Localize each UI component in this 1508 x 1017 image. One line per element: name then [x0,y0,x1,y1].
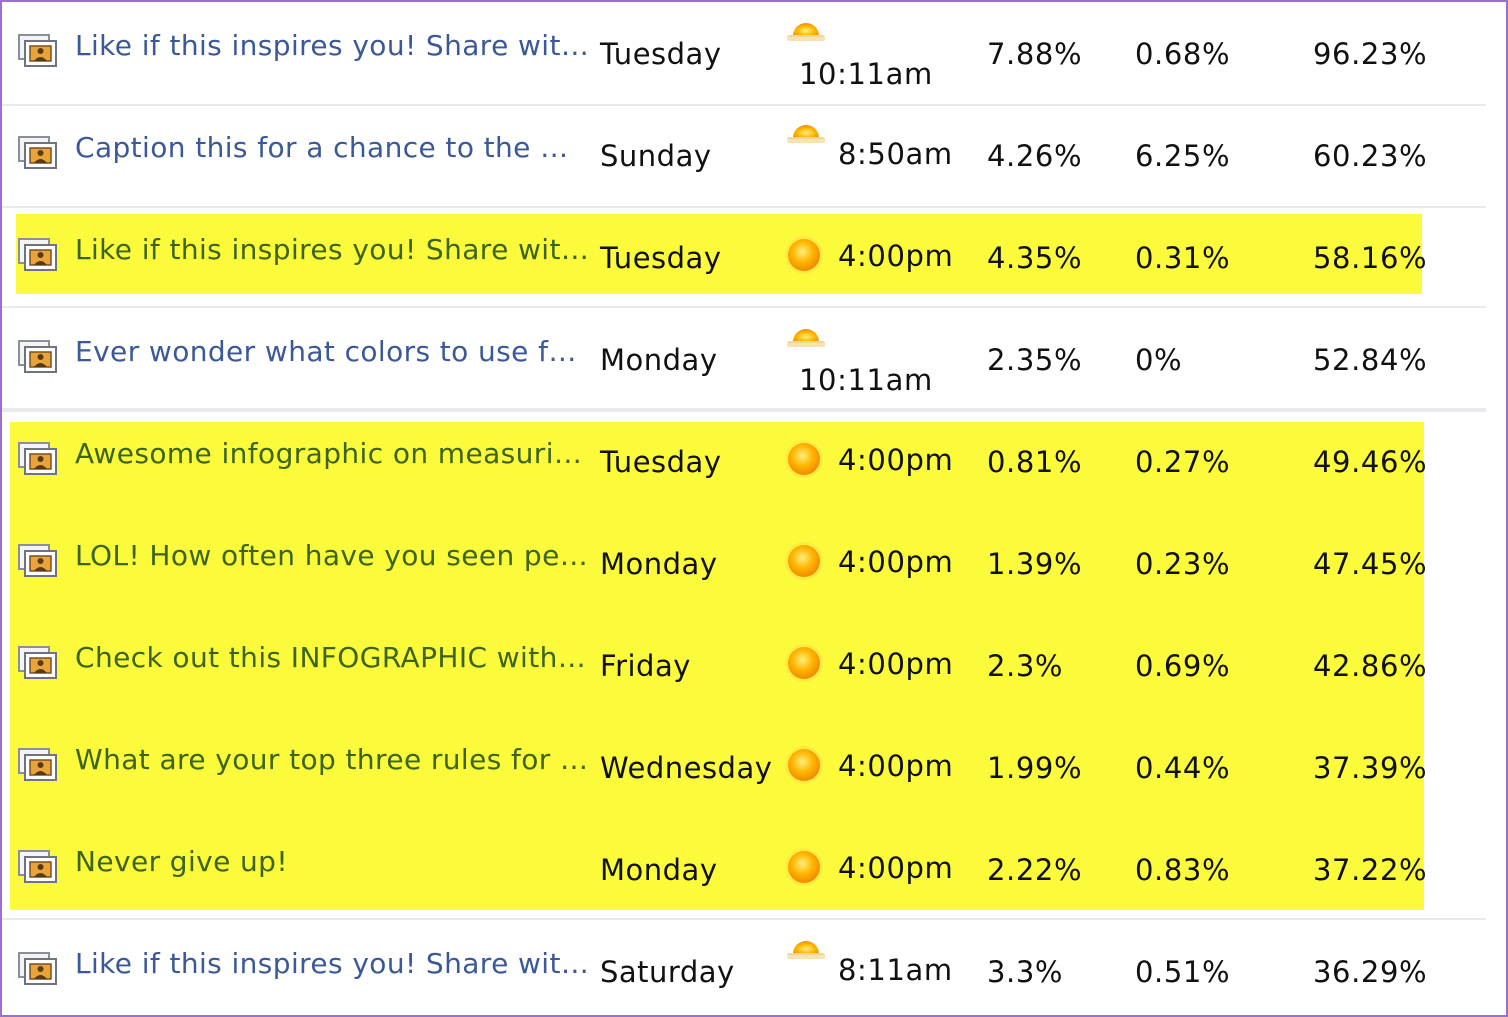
post-title-link[interactable]: LOL! How often have you seen peop… [75,536,590,576]
metric-engagement-rate: 6.25% [1135,139,1231,173]
metric-reach-rate: 7.88% [987,37,1083,71]
post-title-link[interactable]: Like if this inspires you! Share with … [75,944,590,984]
post-time: 10:11am [799,57,933,91]
post-day: Monday [600,547,718,581]
metric-engagement-rate: 0.27% [1135,445,1231,479]
metric-score: 60.23% [1313,139,1428,173]
metric-engagement-rate: 0.68% [1135,37,1231,71]
metric-score: 96.23% [1313,37,1428,71]
photo-post-icon [18,952,58,986]
photo-post-icon [18,34,58,68]
metric-reach-rate: 1.39% [987,547,1083,581]
metric-engagement-rate: 0.23% [1135,547,1231,581]
table-row: Ever wonder what colors to use for … Mon… [2,308,1502,410]
metric-engagement-rate: 0.44% [1135,751,1231,785]
table-row: Like if this inspires you! Share with … … [2,206,1502,308]
post-title-link[interactable]: Caption this for a chance to the Gol… [75,128,590,168]
metric-score: 52.84% [1313,343,1428,377]
post-title-link[interactable]: What are your top three rules for 20… [75,740,590,780]
post-title-link[interactable]: Like if this inspires you! Share with … [75,230,590,270]
metric-score: 36.29% [1313,955,1428,989]
post-day: Tuesday [600,241,722,275]
post-time: 4:00pm [838,749,954,783]
post-time: 8:50am [838,137,953,171]
photo-post-icon [18,646,58,680]
table-row: What are your top three rules for 20… We… [2,716,1502,818]
table-row: Like if this inspires you! Share with … … [2,920,1502,1015]
post-day: Saturday [600,955,735,989]
post-time: 4:00pm [838,443,954,477]
post-day: Friday [600,649,691,683]
photo-post-icon [18,850,58,884]
table-row: LOL! How often have you seen peop… Monda… [2,512,1502,614]
table-row: Caption this for a chance to the Gol… Su… [2,104,1502,206]
sun-icon [784,439,824,479]
metric-reach-rate: 2.3% [987,649,1064,683]
sun-icon [784,541,824,581]
metric-engagement-rate: 0.51% [1135,955,1231,989]
table-row: Never give up! Monday 4:00pm 2.22% 0.83%… [2,818,1502,920]
sun-icon [784,643,824,683]
post-time: 4:00pm [838,239,954,273]
sun-icon [784,235,824,275]
photo-post-icon [18,340,58,374]
table-row: Like if this inspires you! Share with … … [2,2,1502,104]
row-divider [2,306,1486,308]
metric-engagement-rate: 0% [1135,343,1183,377]
photo-post-icon [18,544,58,578]
partly-sun-icon [785,118,827,144]
metric-reach-rate: 1.99% [987,751,1083,785]
metric-reach-rate: 2.22% [987,853,1083,887]
metric-score: 47.45% [1313,547,1428,581]
sun-icon [784,847,824,887]
post-day: Tuesday [600,445,722,479]
metric-reach-rate: 0.81% [987,445,1083,479]
row-divider [2,408,1486,410]
metric-score: 58.16% [1313,241,1428,275]
metric-score: 37.39% [1313,751,1428,785]
metric-score: 42.86% [1313,649,1428,683]
metric-reach-rate: 4.35% [987,241,1083,275]
sun-icon [784,745,824,785]
photo-post-icon [18,238,58,272]
post-time: 4:00pm [838,545,954,579]
metric-engagement-rate: 0.69% [1135,649,1231,683]
post-day: Tuesday [600,37,722,71]
post-time: 4:00pm [838,851,954,885]
post-title-link[interactable]: Never give up! [75,842,590,882]
metric-score: 37.22% [1313,853,1428,887]
post-title-link[interactable]: Ever wonder what colors to use for … [75,332,590,372]
post-insights-table: Like if this inspires you! Share with … … [0,0,1508,1017]
post-time: 10:11am [799,363,933,397]
post-day: Monday [600,853,718,887]
post-day: Sunday [600,139,712,173]
table-row: Check out this INFOGRAPHIC with 6… Frida… [2,614,1502,716]
post-day: Monday [600,343,718,377]
post-title-link[interactable]: Awesome infographic on measuring… [75,434,590,474]
photo-post-icon [18,136,58,170]
partly-sun-icon [785,934,827,960]
metric-reach-rate: 3.3% [987,955,1064,989]
table-row: Awesome infographic on measuring… Tuesda… [2,410,1502,512]
row-divider [2,918,1486,920]
post-time: 4:00pm [838,647,954,681]
metric-reach-rate: 4.26% [987,139,1083,173]
post-title-link[interactable]: Like if this inspires you! Share with … [75,26,590,66]
metric-engagement-rate: 0.31% [1135,241,1231,275]
post-day: Wednesday [600,751,773,785]
partly-sun-icon [785,16,827,42]
photo-post-icon [18,442,58,476]
metric-engagement-rate: 0.83% [1135,853,1231,887]
metric-reach-rate: 2.35% [987,343,1083,377]
metric-score: 49.46% [1313,445,1428,479]
photo-post-icon [18,748,58,782]
post-title-link[interactable]: Check out this INFOGRAPHIC with 6… [75,638,590,678]
post-time: 8:11am [838,953,953,987]
partly-sun-icon [785,322,827,348]
